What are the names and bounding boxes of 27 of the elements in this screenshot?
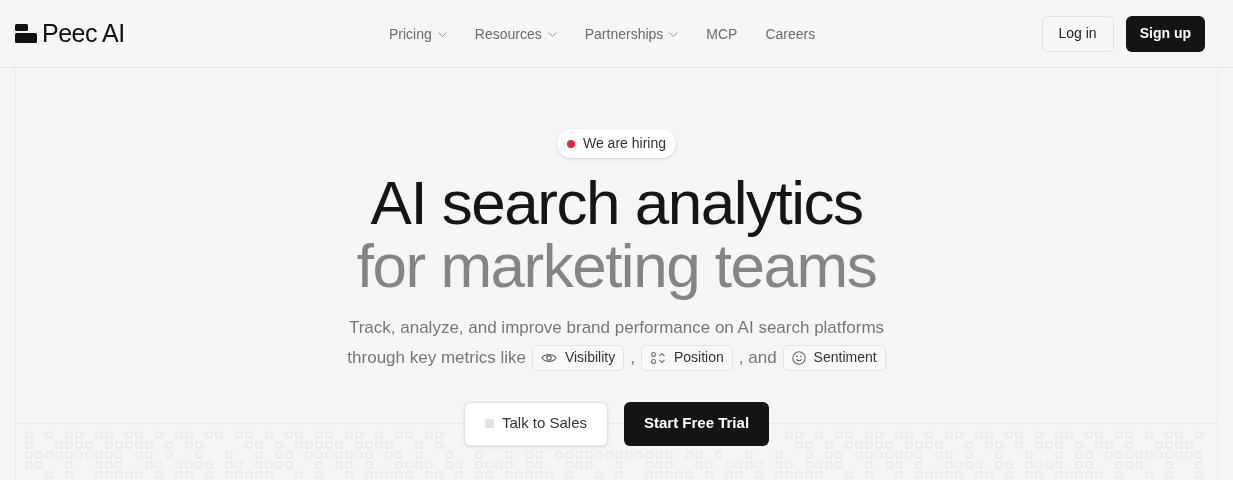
nav-link[interactable]: MCP: [706, 23, 738, 45]
chevron-down-icon: [547, 31, 557, 37]
nav-link[interactable]: Careers: [765, 23, 816, 45]
trial-button[interactable]: Start Free Trial: [624, 401, 770, 446]
logo-icon: [15, 23, 37, 44]
nav-link[interactable]: Pricing: [389, 23, 447, 45]
subtitle-text: Track, analyze, and improve brand performance on AI search platforms: [348, 317, 885, 339]
subtitle-text: through key metrics like: [347, 346, 526, 369]
sales-button[interactable]: Talk to Sales: [463, 401, 608, 446]
chevron-down-icon: [437, 31, 447, 37]
signup-button[interactable]: Sign up: [1125, 15, 1205, 52]
badge-text: We are hiring: [583, 134, 666, 153]
smiley-icon: [791, 350, 806, 365]
sort-icon: [649, 350, 666, 365]
chevron-down-icon: [669, 31, 679, 37]
login-button[interactable]: Log in: [1041, 15, 1114, 52]
subtitle-text: ,: [630, 346, 635, 369]
nav-link[interactable]: Partnerships: [584, 23, 679, 45]
metric-tag: Position: [640, 344, 733, 371]
subtitle-text: , and: [738, 346, 777, 369]
square-icon: [484, 419, 494, 428]
logo-text: Peec AI: [42, 17, 125, 49]
nav-link[interactable]: Resources: [474, 23, 557, 45]
eye-icon: [540, 351, 557, 364]
hiring-badge[interactable]: We are hiring: [557, 129, 676, 158]
metric-tag: Visibility: [531, 344, 625, 371]
metric-tag: Sentiment: [782, 344, 886, 371]
